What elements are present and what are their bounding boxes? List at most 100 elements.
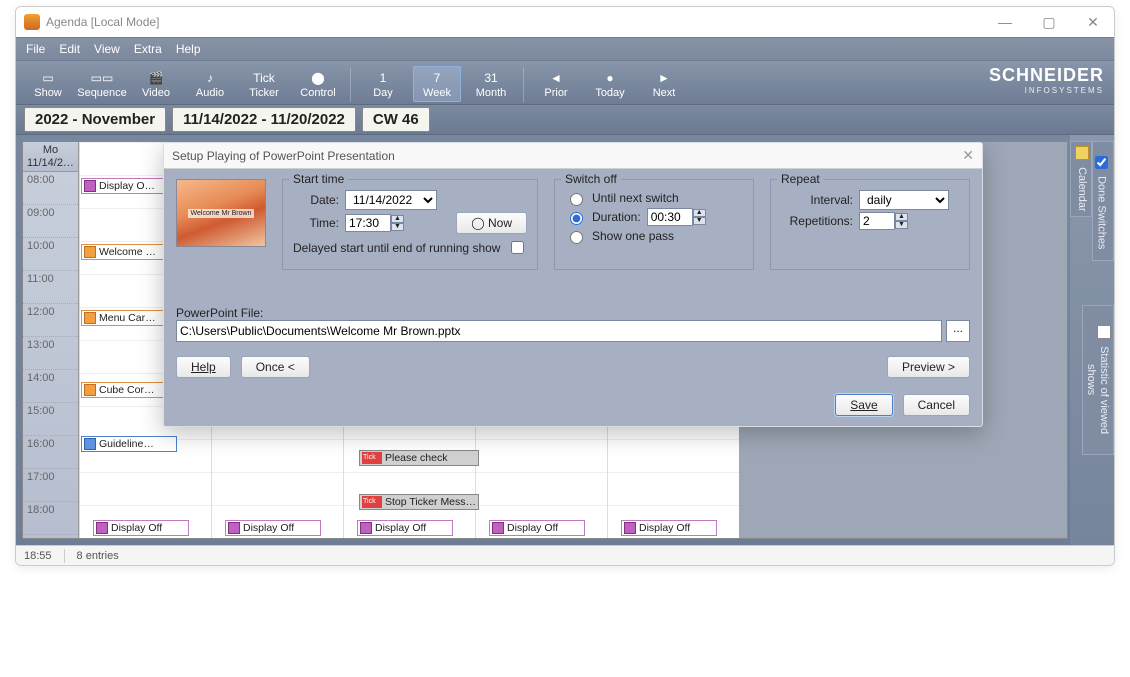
- fieldset-repeat: Repeat Interval: daily Repetitions:: [770, 179, 970, 270]
- menu-file[interactable]: File: [26, 42, 45, 56]
- duration-input[interactable]: [647, 208, 693, 226]
- day-icon: 1: [374, 69, 392, 87]
- event-stop-ticker[interactable]: TickStop Ticker Mess…: [359, 494, 479, 510]
- left-hour: 11:00: [23, 271, 78, 304]
- event-display-off-1[interactable]: Display Off: [93, 520, 189, 536]
- thumb-caption: Welcome Mr Brown: [188, 209, 255, 218]
- left-hour: 15:00: [23, 403, 78, 436]
- toolbar: ▭Show▭▭Sequence🎬Video♪AudioTickTicker⬤Co…: [16, 61, 1114, 105]
- range-box[interactable]: 11/14/2022 - 11/20/2022: [172, 107, 356, 132]
- label-delayed: Delayed start until end of running show: [293, 241, 501, 255]
- label-repetitions: Repetitions:: [781, 214, 853, 228]
- left-hour: 17:00: [23, 469, 78, 502]
- week-icon: 7: [428, 69, 446, 87]
- calendar-icon: [1075, 146, 1089, 160]
- event-display-off-3[interactable]: Display Off: [357, 520, 453, 536]
- repetitions-input[interactable]: [859, 212, 895, 230]
- date-select[interactable]: 11/14/2022: [345, 190, 437, 210]
- now-button[interactable]: ◯ Now: [456, 212, 527, 234]
- time-spinner[interactable]: ▲▼: [391, 215, 404, 231]
- radio-one-pass[interactable]: [570, 231, 583, 244]
- dialog-titlebar: Setup Playing of PowerPoint Presentation…: [164, 143, 982, 169]
- menu-view[interactable]: View: [94, 42, 120, 56]
- tool-week[interactable]: 7Week: [413, 66, 461, 102]
- tool-show[interactable]: ▭Show: [24, 66, 72, 102]
- label-time: Time:: [293, 216, 339, 230]
- left-hour: 14:00: [23, 370, 78, 403]
- window-title: Agenda [Local Mode]: [46, 15, 159, 29]
- menu-help[interactable]: Help: [176, 42, 201, 56]
- tool-video[interactable]: 🎬Video: [132, 66, 180, 102]
- tool-next[interactable]: ►Next: [640, 66, 688, 102]
- browse-button[interactable]: ...: [946, 320, 970, 342]
- legend-switch: Switch off: [561, 172, 621, 186]
- dialog-title: Setup Playing of PowerPoint Presentation: [172, 149, 395, 163]
- label-until-next: Until next switch: [592, 191, 679, 205]
- tool-today[interactable]: ●Today: [586, 66, 634, 102]
- tab-calendar[interactable]: Calendar: [1070, 141, 1092, 217]
- app-window: Agenda [Local Mode] — ▢ ✕ File Edit View…: [15, 6, 1115, 566]
- status-time: 18:55: [24, 550, 52, 562]
- setup-powerpoint-dialog: Setup Playing of PowerPoint Presentation…: [163, 142, 983, 427]
- app-icon: [24, 14, 40, 30]
- close-button[interactable]: ✕: [1080, 14, 1106, 31]
- event-display-off-2[interactable]: Display Off: [225, 520, 321, 536]
- menubar: File Edit View Extra Help: [16, 37, 1114, 61]
- legend-repeat: Repeat: [777, 172, 824, 186]
- help-button[interactable]: Help: [176, 356, 231, 378]
- event-please-check[interactable]: TickPlease check: [359, 450, 479, 466]
- cw-box[interactable]: CW 46: [362, 107, 430, 132]
- tool-control[interactable]: ⬤Control: [294, 66, 342, 102]
- month-icon: 31: [482, 69, 500, 87]
- event-guideline[interactable]: Guideline…: [81, 436, 177, 452]
- label-date: Date:: [293, 193, 339, 207]
- tab-statistic[interactable]: Statistic of viewed shows: [1082, 305, 1114, 455]
- month-box[interactable]: 2022 - November: [24, 107, 166, 132]
- outer-side-tabs: Done Switches Planned Switches Statistic…: [1092, 135, 1114, 545]
- column-header-mon: Mo 11/14/2…: [23, 142, 79, 172]
- titlebar: Agenda [Local Mode] — ▢ ✕: [16, 7, 1114, 37]
- left-hour: 12:00: [23, 304, 78, 337]
- left-hour: 09:00: [23, 205, 78, 238]
- left-hour: 18:00: [23, 502, 78, 535]
- event-display-off-4[interactable]: Display Off: [489, 520, 585, 536]
- tool-ticker[interactable]: TickTicker: [240, 66, 288, 102]
- prior-icon: ◄: [547, 69, 565, 87]
- menu-extra[interactable]: Extra: [134, 42, 162, 56]
- brand-logo: SCHNEIDER INFOSYSTEMS: [989, 65, 1104, 95]
- dialog-close-icon[interactable]: ✕: [962, 147, 974, 164]
- menu-edit[interactable]: Edit: [59, 42, 80, 56]
- next-icon: ►: [655, 69, 673, 87]
- once-button[interactable]: Once <: [241, 356, 310, 378]
- label-one-pass: Show one pass: [592, 229, 674, 243]
- delayed-checkbox[interactable]: [511, 241, 524, 254]
- tool-day[interactable]: 1Day: [359, 66, 407, 102]
- cancel-button[interactable]: Cancel: [903, 394, 970, 416]
- tab-done-switches[interactable]: Done Switches: [1092, 141, 1114, 261]
- preview-button[interactable]: Preview >: [887, 356, 970, 378]
- tool-prior[interactable]: ◄Prior: [532, 66, 580, 102]
- time-input[interactable]: [345, 214, 391, 232]
- chart-icon: [1097, 325, 1111, 339]
- radio-until-next[interactable]: [570, 193, 583, 206]
- tool-sequence[interactable]: ▭▭Sequence: [78, 66, 126, 102]
- event-display-off-5[interactable]: Display Off: [621, 520, 717, 536]
- minimize-button[interactable]: —: [992, 14, 1018, 31]
- status-entries: 8 entries: [77, 550, 119, 562]
- left-hour: 10:00: [23, 238, 78, 271]
- left-time-ruler: 08:0009:0010:0011:0012:0013:0014:0015:00…: [23, 172, 79, 538]
- status-bar: 18:55 8 entries: [16, 545, 1114, 565]
- duration-spinner[interactable]: ▲▼: [693, 209, 706, 225]
- file-path-input[interactable]: [176, 320, 942, 342]
- repetitions-spinner[interactable]: ▲▼: [895, 213, 908, 229]
- today-icon: ●: [601, 69, 619, 87]
- save-button[interactable]: Save: [835, 394, 892, 416]
- radio-duration[interactable]: [570, 212, 583, 225]
- maximize-button[interactable]: ▢: [1036, 14, 1062, 31]
- done-switches-checkbox[interactable]: [1095, 156, 1108, 169]
- tool-month[interactable]: 31Month: [467, 66, 515, 102]
- label-file: PowerPoint File:: [176, 306, 970, 320]
- control-icon: ⬤: [309, 69, 327, 87]
- tool-audio[interactable]: ♪Audio: [186, 66, 234, 102]
- interval-select[interactable]: daily: [859, 190, 949, 210]
